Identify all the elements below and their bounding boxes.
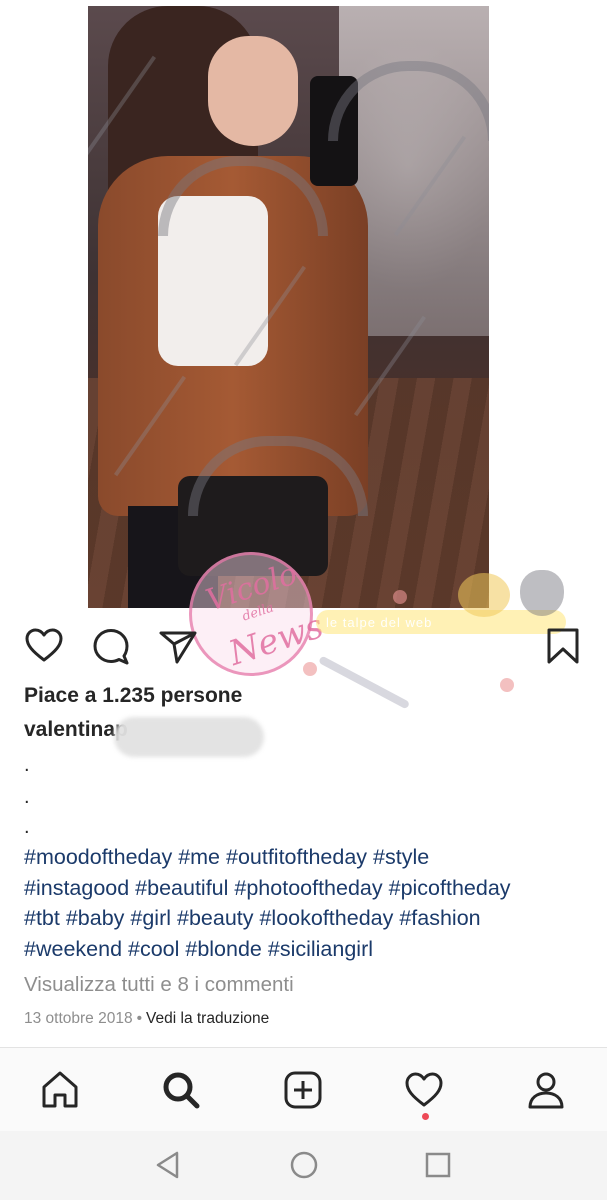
home-circle-icon[interactable] bbox=[288, 1149, 320, 1181]
post-photo[interactable] bbox=[88, 6, 489, 608]
hashtag-line[interactable]: #instagood #beautiful #photooftheday #pi… bbox=[24, 873, 594, 904]
profile-icon[interactable] bbox=[522, 1066, 570, 1114]
bookmark-icon[interactable] bbox=[541, 624, 585, 668]
post-username[interactable]: valentinap bbox=[24, 718, 128, 742]
search-icon[interactable] bbox=[157, 1066, 205, 1114]
comment-icon[interactable] bbox=[89, 624, 133, 668]
home-icon[interactable] bbox=[36, 1066, 84, 1114]
caption-dot: . bbox=[24, 754, 30, 776]
post-date: 13 ottobre 2018 bbox=[24, 1010, 133, 1027]
meta-separator: • bbox=[136, 1010, 143, 1027]
system-navigation-bar bbox=[0, 1131, 607, 1200]
watermark-cartoon-face bbox=[458, 573, 510, 617]
likes-count[interactable]: Piace a 1.235 persone bbox=[24, 684, 242, 708]
post-action-bar bbox=[0, 614, 607, 678]
activity-heart-icon[interactable] bbox=[400, 1066, 448, 1114]
notification-dot bbox=[422, 1113, 429, 1120]
post-meta: 13 ottobre 2018 • Vedi la traduzione bbox=[24, 1010, 269, 1028]
post-media-area bbox=[0, 0, 607, 608]
paw-print-icon bbox=[393, 590, 407, 604]
redaction-blur bbox=[114, 717, 264, 757]
caption-dot: . bbox=[24, 786, 30, 808]
caption-hashtags: #moodoftheday #me #outfitoftheday #style… bbox=[24, 842, 594, 964]
hashtag-line[interactable]: #moodoftheday #me #outfitoftheday #style bbox=[24, 842, 594, 873]
paw-print-icon bbox=[500, 678, 514, 692]
back-triangle-icon[interactable] bbox=[152, 1149, 184, 1181]
see-translation-link[interactable]: Vedi la traduzione bbox=[146, 1010, 269, 1027]
watermark-cartoon-face bbox=[520, 570, 564, 616]
add-post-icon[interactable] bbox=[279, 1066, 327, 1114]
bottom-navigation bbox=[0, 1047, 607, 1132]
hashtag-line[interactable]: #weekend #cool #blonde #siciliangirl bbox=[24, 934, 594, 965]
caption-dot: . bbox=[24, 816, 30, 838]
heart-icon[interactable] bbox=[22, 624, 66, 668]
hashtag-line[interactable]: #tbt #baby #girl #beauty #lookoftheday #… bbox=[24, 903, 594, 934]
photo-subject-face bbox=[208, 36, 298, 146]
view-all-comments-link[interactable]: Visualizza tutti e 8 i commenti bbox=[24, 973, 294, 997]
recents-square-icon[interactable] bbox=[422, 1149, 454, 1181]
send-icon[interactable] bbox=[156, 624, 200, 668]
